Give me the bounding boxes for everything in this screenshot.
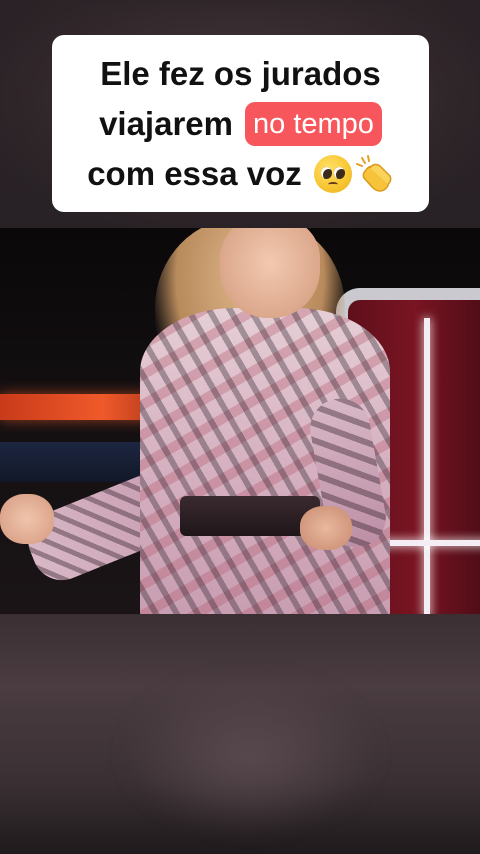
video-post-screen: Ele fez os jurados viajarem no tempo com…	[0, 0, 480, 854]
chair-light-vertical	[424, 318, 430, 614]
caption-line-3: com essa voz	[87, 149, 394, 199]
caption-line-1: Ele fez os jurados	[100, 49, 381, 99]
caption-line-2-text: viajarem	[99, 104, 233, 142]
caption-line-1-text: Ele fez os jurados	[100, 54, 381, 92]
caption-line-3-text: com essa voz	[87, 154, 302, 192]
pleading-face-icon	[313, 154, 352, 193]
clapping-hands-icon	[354, 154, 394, 194]
judge-chair-rim	[336, 288, 480, 322]
person-belt	[180, 496, 320, 536]
caption-card: Ele fez os jurados viajarem no tempo com…	[52, 35, 429, 212]
video-frame[interactable]	[0, 228, 480, 614]
person-left-hand	[0, 494, 54, 544]
blurred-backdrop-bottom	[0, 614, 480, 854]
person-face	[220, 228, 320, 318]
caption-highlight: no tempo	[245, 101, 382, 146]
caption-line-2: viajarem no tempo	[99, 99, 382, 149]
person-right-hand	[300, 506, 352, 550]
stage-blue-panel	[0, 442, 150, 482]
